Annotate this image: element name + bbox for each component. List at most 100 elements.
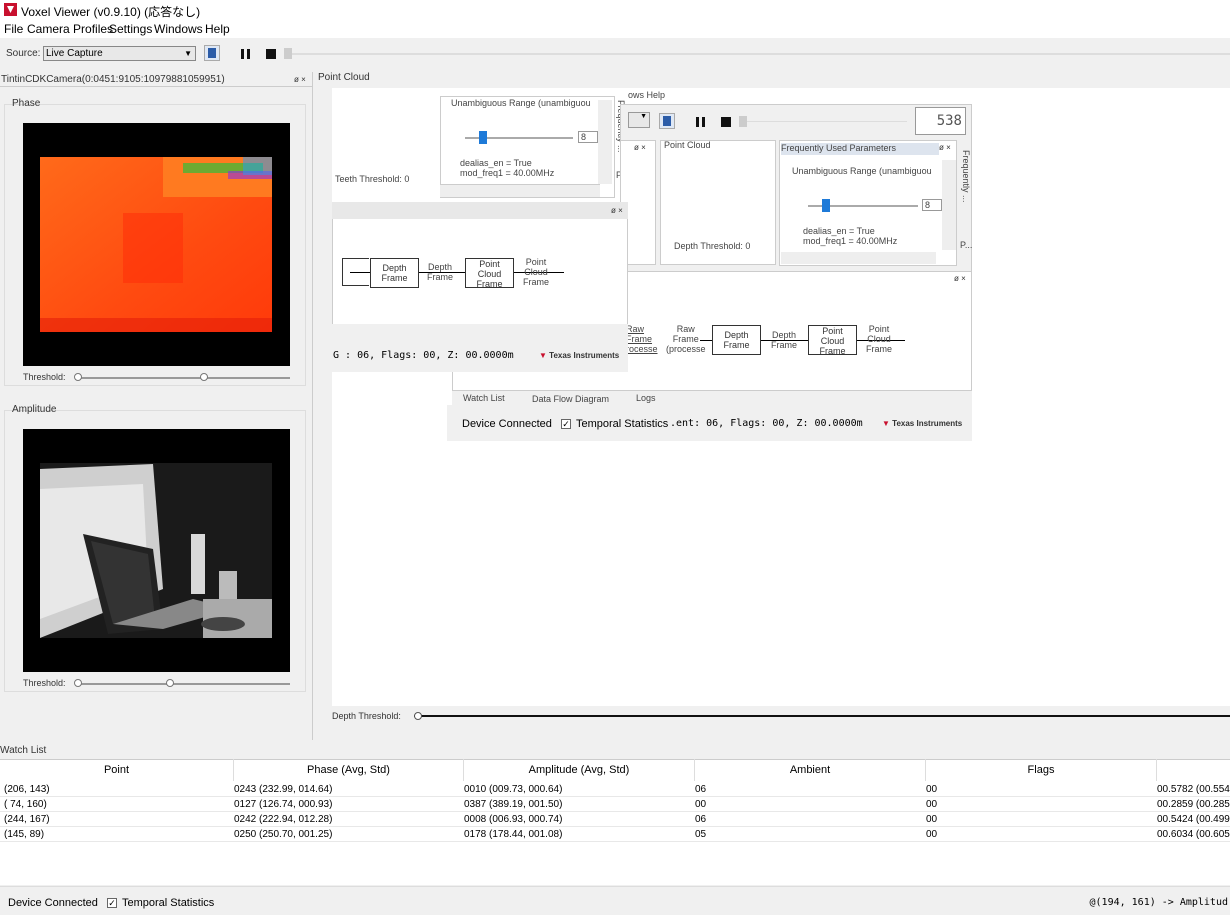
ti-map-icon: ▼ <box>539 351 547 360</box>
nested-dataflow-buttons: ø × <box>954 274 966 283</box>
nested-floating-label-depth: Depth Frame <box>427 262 454 282</box>
nested-floating-status <box>332 324 628 372</box>
temporal-statistics-checkbox[interactable]: ✓ <box>107 898 117 908</box>
table-cell[interactable]: 00 <box>695 797 923 812</box>
watch-list-title: Watch List <box>0 745 47 756</box>
nested-freq-params-title: Frequently Used Parameters <box>781 143 939 155</box>
nested-tab-data-flow: Data Flow Diagram <box>532 394 610 404</box>
table-cell[interactable]: 0178 (178.44, 001.08) <box>464 827 692 842</box>
table-cell[interactable]: 00 <box>926 812 1154 827</box>
phase-image-svg <box>40 157 272 332</box>
table-cell[interactable]: 00.6034 (00.605 <box>1157 827 1230 842</box>
nested-unambiguous-range: Unambiguous Range (unambiguou <box>451 98 591 108</box>
amplitude-threshold-min-thumb[interactable] <box>74 679 82 687</box>
amplitude-threshold-slider[interactable] <box>76 683 290 685</box>
table-cell[interactable]: 0008 (006.93, 000.74) <box>464 812 692 827</box>
amplitude-threshold-label: Threshold: <box>23 678 66 688</box>
nested-seek-track <box>747 121 907 122</box>
column-header-ambient[interactable]: Ambient <box>695 759 926 781</box>
nested-freq-hscroll <box>781 252 936 264</box>
nested-flow-label-depth: Depth Frame <box>771 330 798 350</box>
nested-freq-vscroll <box>942 160 956 250</box>
watch-list-header: Watch List <box>0 743 1230 758</box>
table-cell[interactable]: 05 <box>695 827 923 842</box>
chevron-down-icon: ▼ <box>184 49 192 58</box>
depth-threshold-thumb[interactable] <box>414 712 422 720</box>
pause-button[interactable] <box>241 49 250 59</box>
nested-flow-arrow <box>700 340 712 341</box>
table-cell[interactable]: 00.2859 (00.285 <box>1157 797 1230 812</box>
nested-dealias-text: dealias_en = True <box>460 158 532 168</box>
menu-help[interactable]: Help <box>205 22 230 36</box>
nested-flow-label-pointcloud: Point Cloud Frame <box>866 324 893 354</box>
nested-flow-box-depth: Depth Frame <box>712 325 761 355</box>
ti-map-icon: ▼ <box>882 419 890 428</box>
phase-threshold-label: Threshold: <box>23 372 66 382</box>
table-cell[interactable]: 00 <box>926 797 1154 812</box>
table-cell[interactable]: ( 74, 160) <box>4 797 232 812</box>
nested-freq-p-vertical: P... <box>960 240 973 250</box>
table-cell[interactable]: 00 <box>926 827 1154 842</box>
nested-dock-buttons: ø × <box>634 143 646 152</box>
table-cell[interactable]: (244, 167) <box>4 812 232 827</box>
table-cell[interactable]: 06 <box>695 782 923 797</box>
table-cell[interactable]: 00.5782 (00.554 <box>1157 782 1230 797</box>
depth-threshold-slider[interactable] <box>414 715 1230 717</box>
window-title: Voxel Viewer (v0.9.10) (応答なし) <box>21 5 201 19</box>
table-cell[interactable]: 0387 (389.19, 001.50) <box>464 797 692 812</box>
nested-freq-frequently-vertical: Frequently ... <box>961 150 971 203</box>
table-cell[interactable]: 0127 (126.74, 000.93) <box>234 797 462 812</box>
table-cell[interactable]: 06 <box>695 812 923 827</box>
nested-point-cloud-label: Point Cloud <box>664 140 711 150</box>
menu-file[interactable]: File <box>4 22 23 36</box>
nested-floating-buttons: ø × <box>611 206 623 215</box>
seek-handle[interactable] <box>284 48 292 59</box>
table-cell[interactable]: 0250 (250.70, 001.25) <box>234 827 462 842</box>
table-cell[interactable]: 0243 (232.99, 014.64) <box>234 782 462 797</box>
nested-freq-slider-value: 8 <box>922 199 942 211</box>
nested-pause-icon <box>696 117 705 127</box>
table-cell[interactable]: (145, 89) <box>4 827 232 842</box>
cursor-readout: @(194, 161) -> Amplitud <box>1089 897 1228 908</box>
amplitude-image-svg <box>40 463 272 638</box>
nested-freq-modfreq: mod_freq1 = 40.00MHz <box>803 236 898 246</box>
nested-tabs-bar <box>452 391 972 406</box>
camera-panel-header: TintinCDKCamera(0:0451:9105:109798810599… <box>0 72 312 87</box>
nested-floating-box-pointcloud: Point Cloud Frame <box>465 258 514 289</box>
source-select[interactable]: Live Capture ▼ <box>43 46 196 61</box>
phase-image[interactable] <box>23 123 290 366</box>
table-cell[interactable]: (206, 143) <box>4 782 232 797</box>
column-header-flags[interactable]: Flags <box>926 759 1157 781</box>
stop-button[interactable] <box>266 49 276 59</box>
column-header-point[interactable]: Point <box>0 759 234 781</box>
table-cell[interactable]: 00.5424 (00.499 <box>1157 812 1230 827</box>
menu-windows[interactable]: Windows <box>154 22 203 36</box>
nested-freq-unambiguous: Unambiguous Range (unambiguou <box>792 166 932 176</box>
nested-flow-box-pointcloud: Point Cloud Frame <box>808 325 857 356</box>
nested-slider-thumb <box>479 131 487 144</box>
table-cell[interactable]: 00 <box>926 782 1154 797</box>
nested-freq-dealias: dealias_en = True <box>803 226 875 236</box>
amplitude-image[interactable] <box>23 429 290 672</box>
table-cell[interactable]: 0010 (009.73, 000.64) <box>464 782 692 797</box>
nested-temporal-checkbox: ✓ <box>561 419 571 429</box>
table-cell[interactable]: 0242 (222.94, 012.28) <box>234 812 462 827</box>
nested-slider-value: 8 <box>578 131 598 143</box>
column-header-phase[interactable]: Phase (Avg, Std) <box>234 759 464 781</box>
teeth-threshold-text: Teeth Threshold: 0 <box>335 174 410 184</box>
seek-track[interactable] <box>292 53 1230 55</box>
phase-threshold-slider[interactable] <box>76 377 290 379</box>
nested-ti-logo: ▼ Texas Instruments <box>882 419 962 428</box>
menu-settings[interactable]: Settings <box>109 22 152 36</box>
column-header-z[interactable]: Z <box>1157 759 1230 781</box>
phase-threshold-min-thumb[interactable] <box>74 373 82 381</box>
nested-depth-threshold-text: Depth Threshold: 0 <box>674 241 751 251</box>
phase-label: Phase <box>12 98 41 109</box>
nested-floating-box-depth: Depth Frame <box>370 258 419 288</box>
camera-panel-title: TintinCDKCamera(0:0451:9105:109798810599… <box>1 74 225 85</box>
panel-float-close-buttons[interactable]: ø × <box>294 75 306 84</box>
point-cloud-tab[interactable]: Point Cloud <box>318 72 370 83</box>
menu-camera-profiles[interactable]: Camera Profiles <box>27 22 113 36</box>
column-header-amplitude[interactable]: Amplitude (Avg, Std) <box>464 759 695 781</box>
save-button[interactable] <box>204 45 220 61</box>
